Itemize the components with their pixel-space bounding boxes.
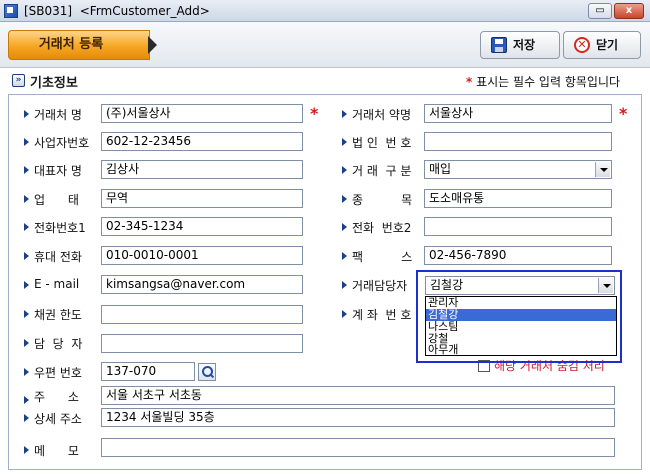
label-trade-type: 거 래 구 분 <box>352 164 412 178</box>
window-close-button[interactable]: x <box>614 3 644 19</box>
label-postal-code: 우편 번호 <box>34 366 82 380</box>
label-mobile: 휴대 전화 <box>34 250 82 264</box>
label-credit-limit: 채권 한도 <box>34 308 82 322</box>
bullet-icon <box>342 138 347 146</box>
label-contact-person: 담 당 자 <box>34 337 83 351</box>
app-icon <box>4 4 18 18</box>
bullet-icon <box>24 252 29 260</box>
bullet-icon <box>342 310 347 318</box>
business-number-input[interactable]: 602-12-23456 <box>101 132 303 151</box>
bullet-icon <box>24 166 29 174</box>
address-input[interactable]: 서울 서초구 서초동 <box>101 386 615 405</box>
bullet-icon <box>24 368 29 376</box>
bullet-icon <box>342 223 347 231</box>
bullet-icon <box>342 281 347 289</box>
save-button-label: 저장 <box>513 38 536 52</box>
label-account-manager: 거래담당자 <box>352 279 408 293</box>
bullet-icon <box>24 223 29 231</box>
bullet-icon <box>24 310 29 318</box>
bullet-icon <box>24 195 29 203</box>
bullet-icon <box>24 414 29 422</box>
label-address-detail: 상세 주소 <box>34 412 82 426</box>
label-phone1: 전화번호1 <box>34 221 86 235</box>
close-button[interactable]: ✕ 닫기 <box>563 31 641 59</box>
mobile-input[interactable]: 010-0010-0001 <box>101 246 303 265</box>
bullet-icon <box>24 339 29 347</box>
label-customer-short-name: 거래처 약명 <box>352 108 412 122</box>
fax-input[interactable]: 02-456-7890 <box>424 246 612 265</box>
bullet-icon <box>24 138 29 146</box>
required-note: * 표시는 필수 입력 항목입니다 <box>466 73 620 90</box>
floppy-disk-icon <box>491 37 507 53</box>
window-titlebar: [SB031] <FrmCustomer_Add> ▭ x <box>0 0 650 22</box>
section-arrow-icon: » <box>12 74 25 87</box>
tab-arrow-icon <box>148 36 157 54</box>
label-business-type: 업 태 <box>34 193 79 207</box>
close-button-label: 닫기 <box>596 38 619 52</box>
required-mark: * <box>310 104 319 123</box>
bullet-icon <box>342 252 347 260</box>
bullet-icon <box>24 110 29 118</box>
save-button[interactable]: 저장 <box>480 31 560 59</box>
bullet-icon <box>342 110 347 118</box>
bullet-icon <box>24 396 29 404</box>
bullet-icon <box>342 195 347 203</box>
phone2-input[interactable] <box>424 217 612 236</box>
email-input[interactable]: kimsangsa@naver.com <box>101 275 303 294</box>
label-business-number: 사업자번호 <box>34 136 90 150</box>
header-toolbar: 거래처 등록 저장 ✕ 닫기 <box>0 22 650 68</box>
label-memo: 메 모 <box>34 444 79 458</box>
label-address: 주 소 <box>34 390 79 404</box>
label-ceo-name: 대표자 명 <box>34 164 82 178</box>
customer-short-name-input[interactable]: 서울상사 <box>424 104 612 123</box>
page-title-tab: 거래처 등록 <box>8 30 150 60</box>
label-corporate-number: 법 인 번 호 <box>352 136 412 150</box>
search-icon[interactable] <box>198 363 216 381</box>
label-account-number: 계 좌 번 호 <box>352 308 412 322</box>
trade-type-select[interactable]: 매입 <box>424 160 612 179</box>
restore-button[interactable]: ▭ <box>588 3 612 19</box>
customer-name-input[interactable]: (주)서울상사 <box>101 104 303 123</box>
contact-person-input[interactable] <box>101 334 303 353</box>
required-mark: * <box>619 104 628 123</box>
required-note-text: 표시는 필수 입력 항목입니다 <box>472 75 621 89</box>
trade-type-value: 매입 <box>429 162 452 176</box>
window-title: [SB031] <FrmCustomer_Add> <box>24 4 210 18</box>
label-phone2: 전화 번호2 <box>352 221 412 235</box>
business-type-input[interactable]: 무역 <box>101 189 303 208</box>
label-customer-name: 거래처 명 <box>34 108 82 122</box>
postal-code-input[interactable]: 137-070 <box>101 362 195 381</box>
label-email: E - mail <box>34 277 80 291</box>
section-title: 기초정보 <box>30 76 78 91</box>
bullet-icon <box>24 446 29 454</box>
memo-input[interactable] <box>101 438 615 457</box>
dropdown-option[interactable]: 나스팀 <box>426 321 616 333</box>
account-manager-dropdown-list[interactable]: 관리자 김철강 나스팀 강철 아무개 <box>425 296 617 356</box>
dropdown-option[interactable]: 아무개 <box>426 344 616 356</box>
chevron-down-icon[interactable] <box>595 162 610 177</box>
close-circle-icon: ✕ <box>574 37 590 53</box>
label-business-item: 종 목 <box>352 193 413 207</box>
credit-limit-input[interactable] <box>101 305 303 324</box>
ceo-name-input[interactable]: 김상사 <box>101 160 303 179</box>
bullet-icon <box>342 166 347 174</box>
bullet-icon <box>24 281 29 289</box>
label-fax: 팩 스 <box>352 250 413 264</box>
phone1-input[interactable]: 02-345-1234 <box>101 217 303 236</box>
address-detail-input[interactable]: 1234 서울빌딩 35층 <box>101 408 615 427</box>
corporate-number-input[interactable] <box>424 132 612 151</box>
business-item-input[interactable]: 도소매유통 <box>424 189 612 208</box>
